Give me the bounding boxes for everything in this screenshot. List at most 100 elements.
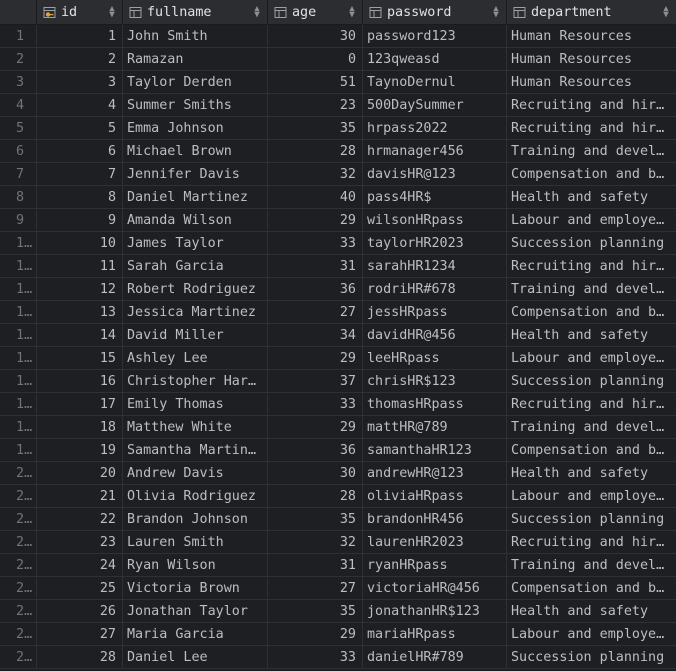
table-row[interactable]: 28 28 Daniel Lee 33 danielHR#789 Succession p… — [0, 646, 676, 669]
cell-fullname[interactable]: Jessica Martinez — [123, 301, 268, 324]
cell-id[interactable]: 1 — [37, 25, 123, 48]
table-row[interactable]: 5 5 Emma Johnson 35 hrpass2022 Recruiting and… — [0, 117, 676, 140]
table-row[interactable]: 25 25 Victoria Brown 27 victoriaHR@456 Compen… — [0, 577, 676, 600]
table-row[interactable]: 18 18 Matthew White 29 mattHR@789 Training an… — [0, 416, 676, 439]
table-row[interactable]: 3 3 Taylor Derden 51 TaynoDernul Human Resour… — [0, 71, 676, 94]
cell-password[interactable]: jessHRpass — [363, 301, 507, 324]
table-row[interactable]: 11 11 Sarah Garcia 31 sarahHR1234 Recruiting … — [0, 255, 676, 278]
cell-department[interactable]: Succession planning — [507, 232, 676, 255]
cell-password[interactable]: TaynoDernul — [363, 71, 507, 94]
sort-toggle-icon[interactable]: ▲ ▼ — [348, 5, 356, 20]
cell-department[interactable]: Training and development — [507, 416, 676, 439]
cell-department[interactable]: Training and development — [507, 278, 676, 301]
cell-password[interactable]: brandonHR456 — [363, 508, 507, 531]
cell-age[interactable]: 31 — [268, 554, 363, 577]
cell-id[interactable]: 26 — [37, 600, 123, 623]
cell-department[interactable]: Training and development — [507, 554, 676, 577]
cell-age[interactable]: 29 — [268, 416, 363, 439]
cell-fullname[interactable]: James Taylor — [123, 232, 268, 255]
cell-id[interactable]: 15 — [37, 347, 123, 370]
cell-password[interactable]: leeHRpass — [363, 347, 507, 370]
cell-password[interactable]: mattHR@789 — [363, 416, 507, 439]
cell-password[interactable]: danielHR#789 — [363, 646, 507, 669]
cell-id[interactable]: 24 — [37, 554, 123, 577]
cell-department[interactable]: Succession planning — [507, 508, 676, 531]
cell-id[interactable]: 27 — [37, 623, 123, 646]
column-header-age[interactable]: age ▲ ▼ — [268, 0, 363, 24]
cell-password[interactable]: wilsonHRpass — [363, 209, 507, 232]
cell-id[interactable]: 21 — [37, 485, 123, 508]
cell-password[interactable]: andrewHR@123 — [363, 462, 507, 485]
cell-fullname[interactable]: Matthew White — [123, 416, 268, 439]
cell-department[interactable]: Labour and employee relations — [507, 485, 676, 508]
cell-age[interactable]: 30 — [268, 25, 363, 48]
cell-age[interactable]: 29 — [268, 347, 363, 370]
table-row[interactable]: 12 12 Robert Rodriguez 36 rodriHR#678 Trainin… — [0, 278, 676, 301]
cell-fullname[interactable]: Ryan Wilson — [123, 554, 268, 577]
cell-fullname[interactable]: Robert Rodriguez — [123, 278, 268, 301]
table-row[interactable]: 24 24 Ryan Wilson 31 ryanHRpass Training and … — [0, 554, 676, 577]
cell-department[interactable]: Recruiting and hiring — [507, 117, 676, 140]
cell-id[interactable]: 7 — [37, 163, 123, 186]
cell-age[interactable]: 29 — [268, 623, 363, 646]
cell-id[interactable]: 8 — [37, 186, 123, 209]
cell-id[interactable]: 12 — [37, 278, 123, 301]
cell-password[interactable]: 123qweasd — [363, 48, 507, 71]
table-row[interactable]: 17 17 Emily Thomas 33 thomasHRpass Recruiting… — [0, 393, 676, 416]
cell-id[interactable]: 18 — [37, 416, 123, 439]
cell-fullname[interactable]: Andrew Davis — [123, 462, 268, 485]
table-row[interactable]: 16 16 Christopher Harris 37 chrisHR$123 Succe… — [0, 370, 676, 393]
sort-toggle-icon[interactable]: ▲ ▼ — [253, 5, 261, 20]
table-row[interactable]: 9 9 Amanda Wilson 29 wilsonHRpass Labour and … — [0, 209, 676, 232]
cell-department[interactable]: Succession planning — [507, 646, 676, 669]
table-row[interactable]: 27 27 Maria Garcia 29 mariaHRpass Labour and … — [0, 623, 676, 646]
cell-department[interactable]: Succession planning — [507, 370, 676, 393]
cell-age[interactable]: 51 — [268, 71, 363, 94]
cell-id[interactable]: 19 — [37, 439, 123, 462]
cell-fullname[interactable]: Olivia Rodriguez — [123, 485, 268, 508]
cell-id[interactable]: 5 — [37, 117, 123, 140]
cell-age[interactable]: 27 — [268, 301, 363, 324]
table-row[interactable]: 21 21 Olivia Rodriguez 28 oliviaHRpass Labour… — [0, 485, 676, 508]
cell-id[interactable]: 11 — [37, 255, 123, 278]
cell-department[interactable]: Human Resources — [507, 71, 676, 94]
cell-fullname[interactable]: Ashley Lee — [123, 347, 268, 370]
cell-password[interactable]: chrisHR$123 — [363, 370, 507, 393]
cell-age[interactable]: 32 — [268, 531, 363, 554]
cell-id[interactable]: 2 — [37, 48, 123, 71]
cell-department[interactable]: Health and safety — [507, 186, 676, 209]
cell-fullname[interactable]: Amanda Wilson — [123, 209, 268, 232]
cell-id[interactable]: 10 — [37, 232, 123, 255]
table-row[interactable]: 8 8 Daniel Martinez 40 pass4HR$ Health and sa… — [0, 186, 676, 209]
cell-fullname[interactable]: David Miller — [123, 324, 268, 347]
cell-age[interactable]: 27 — [268, 577, 363, 600]
cell-age[interactable]: 40 — [268, 186, 363, 209]
cell-fullname[interactable]: Daniel Lee — [123, 646, 268, 669]
cell-age[interactable]: 23 — [268, 94, 363, 117]
cell-department[interactable]: Training and development — [507, 140, 676, 163]
cell-fullname[interactable]: Brandon Johnson — [123, 508, 268, 531]
cell-department[interactable]: Recruiting and hiring — [507, 94, 676, 117]
cell-id[interactable]: 23 — [37, 531, 123, 554]
cell-fullname[interactable]: Daniel Martinez — [123, 186, 268, 209]
cell-fullname[interactable]: Michael Brown — [123, 140, 268, 163]
cell-age[interactable]: 33 — [268, 232, 363, 255]
cell-fullname[interactable]: Victoria Brown — [123, 577, 268, 600]
cell-fullname[interactable]: Christopher Harris — [123, 370, 268, 393]
cell-age[interactable]: 35 — [268, 117, 363, 140]
table-row[interactable]: 20 20 Andrew Davis 30 andrewHR@123 Health and… — [0, 462, 676, 485]
cell-fullname[interactable]: Sarah Garcia — [123, 255, 268, 278]
cell-age[interactable]: 35 — [268, 600, 363, 623]
cell-department[interactable]: Recruiting and hiring — [507, 531, 676, 554]
cell-fullname[interactable]: John Smith — [123, 25, 268, 48]
cell-age[interactable]: 28 — [268, 485, 363, 508]
cell-department[interactable]: Compensation and benefits — [507, 301, 676, 324]
cell-password[interactable]: victoriaHR@456 — [363, 577, 507, 600]
sort-toggle-icon[interactable]: ▲ ▼ — [492, 5, 500, 20]
column-header-fullname[interactable]: fullname ▲ ▼ — [123, 0, 268, 24]
cell-fullname[interactable]: Emma Johnson — [123, 117, 268, 140]
cell-id[interactable]: 22 — [37, 508, 123, 531]
cell-password[interactable]: 500DaySummer — [363, 94, 507, 117]
column-header-department[interactable]: department ▲ ▼ — [507, 0, 676, 24]
table-row[interactable]: 2 2 Ramazan 0 123qweasd Human Resources — [0, 48, 676, 71]
